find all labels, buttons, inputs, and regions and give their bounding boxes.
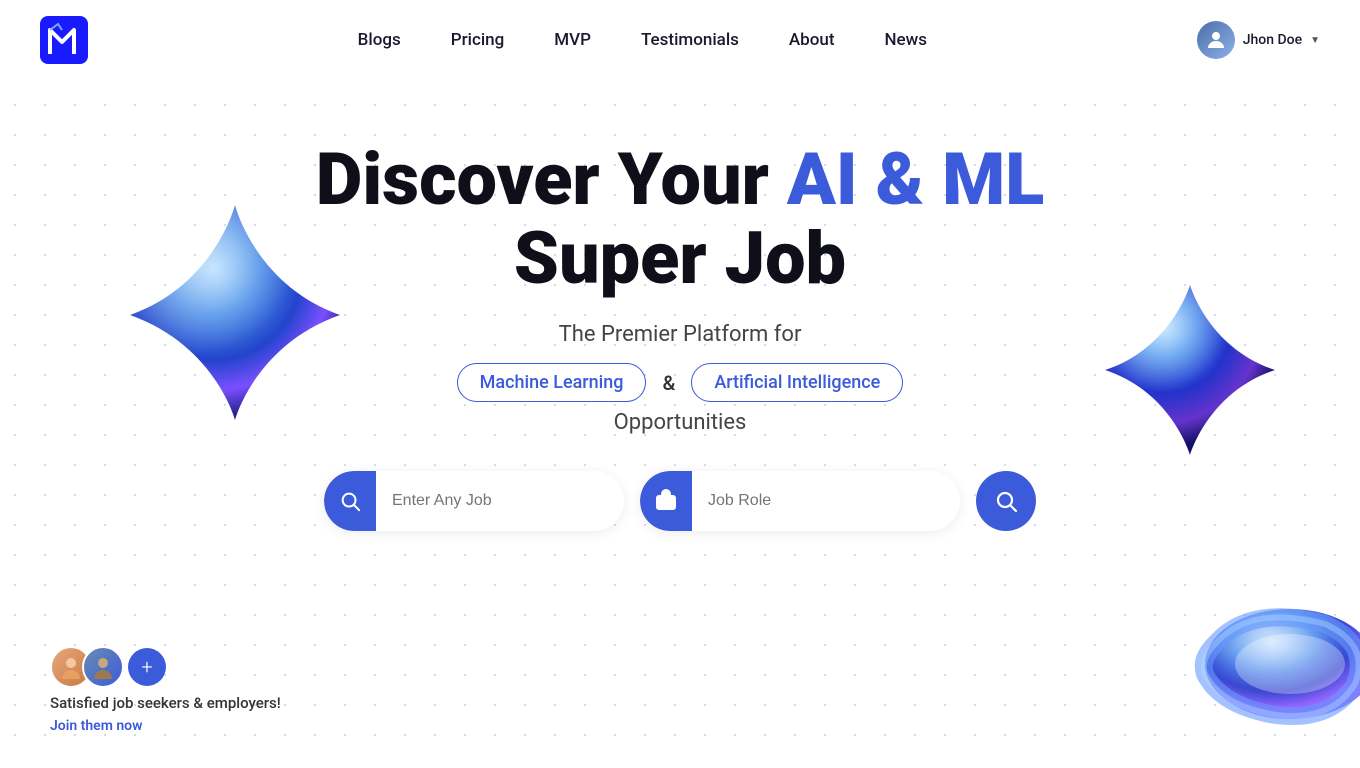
avatar-person-2 bbox=[82, 646, 124, 688]
job-search-box bbox=[324, 471, 624, 531]
tag-artificial-intelligence: Artificial Intelligence bbox=[691, 363, 903, 402]
job-search-icon[interactable] bbox=[324, 471, 376, 531]
job-search-input[interactable] bbox=[376, 492, 624, 510]
avatar-row: + bbox=[50, 646, 281, 688]
join-link[interactable]: Join them now bbox=[50, 718, 281, 734]
search-submit-button[interactable] bbox=[976, 471, 1036, 531]
nav-about[interactable]: About bbox=[789, 30, 835, 50]
avatar-plus-icon: + bbox=[128, 648, 166, 686]
nav-news[interactable]: News bbox=[885, 30, 928, 50]
social-proof-text: Satisfied job seekers & employers! bbox=[50, 694, 281, 712]
navbar: Blogs Pricing MVP Testimonials About New… bbox=[0, 0, 1360, 80]
nav-mvp[interactable]: MVP bbox=[554, 30, 591, 50]
decorative-star-right bbox=[1100, 280, 1280, 460]
nav-links: Blogs Pricing MVP Testimonials About New… bbox=[358, 30, 927, 50]
user-menu[interactable]: Jhon Doe ▼ bbox=[1197, 21, 1320, 59]
decorative-star-left bbox=[120, 200, 350, 430]
avatar bbox=[1197, 21, 1235, 59]
dropdown-arrow-icon: ▼ bbox=[1310, 35, 1320, 46]
nav-testimonials[interactable]: Testimonials bbox=[641, 30, 739, 50]
tag-machine-learning: Machine Learning bbox=[457, 363, 647, 402]
role-search-box bbox=[640, 471, 960, 531]
search-area bbox=[20, 471, 1340, 531]
logo[interactable] bbox=[40, 16, 88, 64]
username-label: Jhon Doe bbox=[1243, 32, 1302, 48]
nav-pricing[interactable]: Pricing bbox=[451, 30, 505, 50]
nav-blogs[interactable]: Blogs bbox=[358, 30, 401, 50]
role-search-icon[interactable] bbox=[640, 471, 692, 531]
role-search-input[interactable] bbox=[692, 492, 960, 510]
social-proof: + Satisfied job seekers & employers! Joi… bbox=[50, 646, 281, 734]
tag-separator: & bbox=[662, 371, 675, 395]
